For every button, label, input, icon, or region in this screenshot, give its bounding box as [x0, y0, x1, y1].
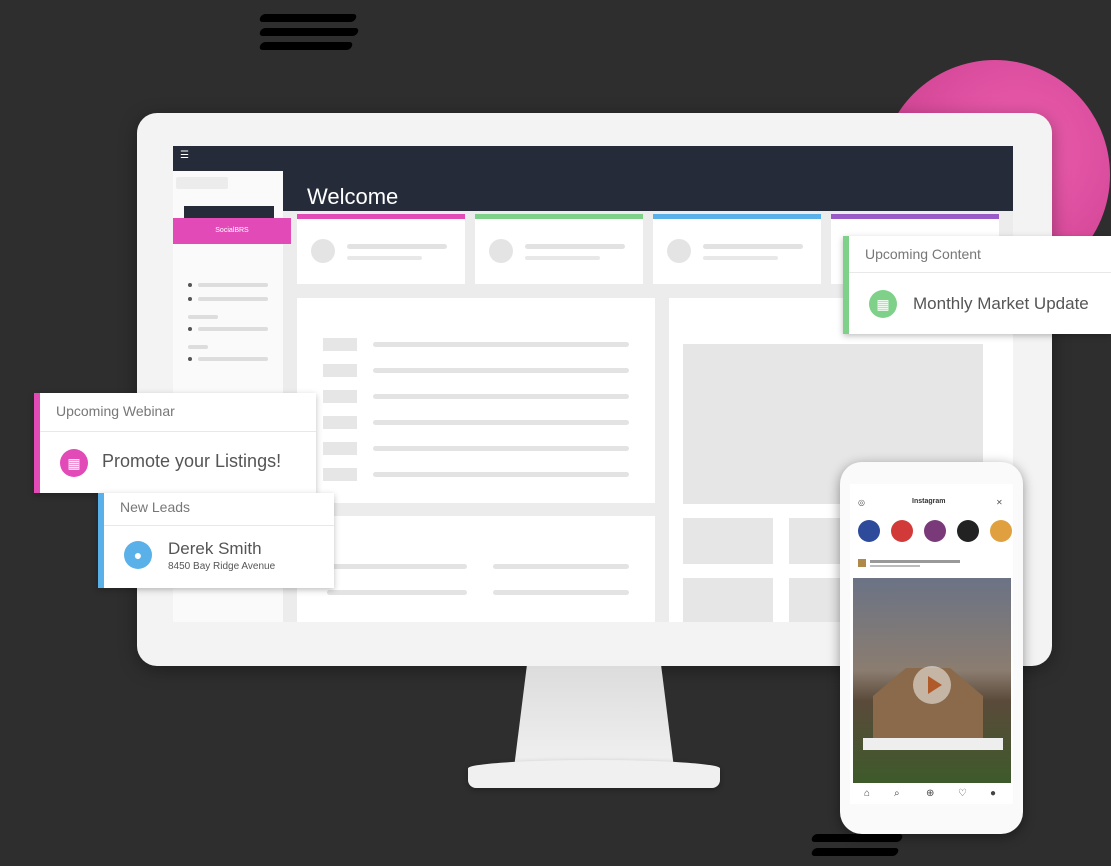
play-icon[interactable]: [913, 666, 951, 704]
sidebar-item-socialbrs[interactable]: SocialBRS: [173, 218, 291, 244]
post-header: [858, 559, 978, 569]
story-avatar[interactable]: [924, 520, 946, 542]
story-avatar[interactable]: [858, 520, 880, 542]
story-avatar[interactable]: [990, 520, 1012, 542]
heart-icon[interactable]: ♡: [958, 788, 967, 799]
app-title: Instagram: [912, 498, 946, 505]
decorative-stripes-top: [258, 14, 360, 56]
top-nav-bar: ☰: [173, 146, 1013, 171]
sidebar-tab-2[interactable]: [231, 177, 281, 189]
upcoming-panel: [297, 298, 655, 503]
leads-panel: [297, 516, 655, 622]
home-icon[interactable]: ⌂: [864, 788, 870, 799]
menu-icon[interactable]: ☰: [180, 150, 189, 161]
sidebar-bullet: [188, 357, 192, 361]
decorative-stripes-bottom: [810, 834, 904, 862]
monitor-stand: [514, 666, 674, 768]
stat-card-3[interactable]: [653, 214, 821, 284]
lead-address: 8450 Bay Ridge Avenue: [168, 561, 276, 572]
stat-card-1[interactable]: [297, 214, 465, 284]
upcoming-content-heading: Upcoming Content: [865, 246, 981, 262]
post-cta[interactable]: [863, 738, 1003, 750]
story-avatar[interactable]: [957, 520, 979, 542]
lead-name: Derek Smith: [168, 539, 262, 558]
close-icon[interactable]: ✕: [996, 498, 1003, 507]
calendar-icon: ▦: [869, 290, 897, 318]
upcoming-webinar-heading: Upcoming Webinar: [56, 403, 175, 419]
sidebar-section: [188, 345, 208, 349]
sidebar-item: [198, 327, 268, 331]
phone: ◎ Instagram ✕ ⌂ ⌕ ⊕ ♡ ●: [840, 462, 1023, 834]
stat-card-2[interactable]: [475, 214, 643, 284]
search-icon[interactable]: ⌕: [894, 788, 900, 799]
new-leads-heading: New Leads: [120, 499, 191, 515]
sidebar-bullet: [188, 283, 192, 287]
story-avatar[interactable]: [891, 520, 913, 542]
phone-screen: ◎ Instagram ✕ ⌂ ⌕ ⊕ ♡ ●: [850, 484, 1013, 804]
upcoming-webinar-card[interactable]: Upcoming Webinar ▦ Promote your Listings…: [34, 393, 316, 493]
sidebar-item: [198, 297, 268, 301]
new-leads-card[interactable]: New Leads ● Derek Smith 8450 Bay Ridge A…: [98, 493, 334, 588]
sidebar-item: [198, 357, 268, 361]
camera-icon[interactable]: ◎: [858, 498, 865, 507]
upcoming-content-item: Monthly Market Update: [913, 294, 1089, 313]
sidebar-bullet: [188, 327, 192, 331]
sidebar-section: [188, 315, 218, 319]
page-title: Welcome: [307, 184, 399, 209]
sidebar-bullet: [188, 297, 192, 301]
profile-icon[interactable]: ●: [990, 788, 996, 799]
user-icon: ●: [124, 541, 152, 569]
monitor-base: [468, 760, 720, 788]
upcoming-webinar-item: Promote your Listings!: [102, 451, 282, 471]
upcoming-content-card[interactable]: Upcoming Content ▦ Monthly Market Update: [843, 236, 1111, 334]
add-icon[interactable]: ⊕: [926, 788, 934, 799]
sidebar-item: [198, 283, 268, 287]
post-image[interactable]: [853, 578, 1011, 783]
calendar-icon: ▦: [60, 449, 88, 477]
sidebar-tab-1[interactable]: [176, 177, 228, 189]
